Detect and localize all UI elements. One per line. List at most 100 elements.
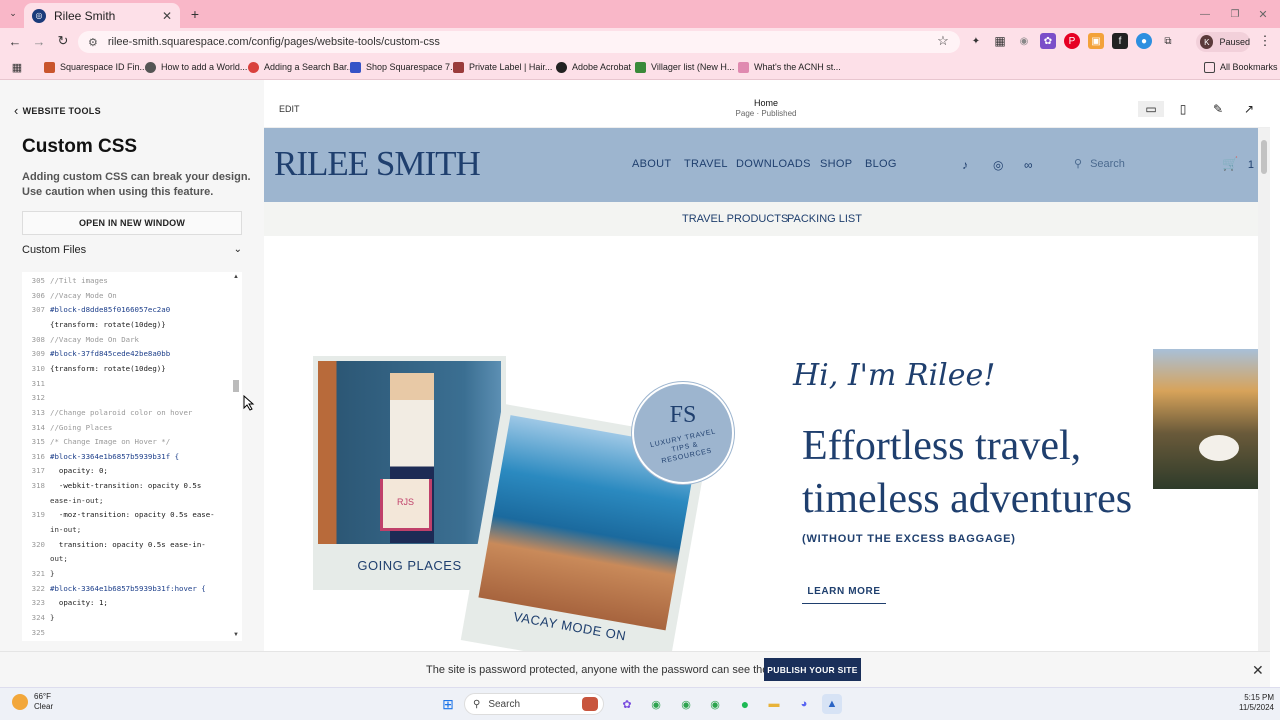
taskbar-widget-icon[interactable]	[582, 697, 598, 711]
discord-icon[interactable]: ◕	[794, 694, 814, 714]
code-scrollbar[interactable]: ▲ ▼	[231, 274, 241, 638]
bookmark-item-1[interactable]: Squarespace ID Fin...	[44, 60, 147, 74]
pinterest-icon[interactable]: P	[1064, 33, 1080, 49]
code-line[interactable]: -moz-transition: opacity 0.5s ease-	[50, 510, 228, 519]
browser-tab[interactable]: ◎ Rilee Smith ✕	[24, 3, 180, 28]
site-info-icon[interactable]: ⚙	[88, 36, 98, 49]
bookmark-item-5[interactable]: Private Label | Hair...	[453, 60, 552, 74]
extension-grid-icon[interactable]: ▦	[992, 33, 1008, 49]
code-line[interactable]: out;	[50, 554, 228, 563]
edit-button[interactable]: EDIT	[279, 104, 300, 114]
system-clock[interactable]: 5:15 PM 11/5/2024	[1212, 693, 1274, 713]
extension-ai-icon[interactable]: ✦	[968, 33, 984, 49]
publish-site-button[interactable]: PUBLISH YOUR SITE	[764, 658, 861, 681]
reload-icon[interactable]: ↻	[56, 33, 70, 48]
extensions-puzzle-icon[interactable]: ⧉	[1160, 33, 1176, 49]
photos-app-icon[interactable]: ▲	[822, 694, 842, 714]
nav-about[interactable]: ABOUT	[632, 158, 671, 170]
bookmark-item-3[interactable]: Adding a Search Bar...	[248, 60, 354, 74]
apps-grid-icon[interactable]: ▦	[10, 60, 24, 74]
css-code-editor[interactable]: 305 //Tilt images 306 //Vacay Mode On 307 #bl…	[22, 272, 242, 641]
code-line[interactable]: }	[50, 569, 228, 578]
bookmark-item-7[interactable]: Villager list (New H...	[635, 60, 734, 74]
code-line[interactable]: ease-in-out;	[50, 496, 228, 505]
code-line[interactable]: #block-d8dde85f0166057ec2a0	[50, 305, 228, 314]
code-line[interactable]: //Change polaroid color on hover	[50, 408, 228, 417]
tab-search-icon[interactable]: ⌄	[6, 6, 20, 20]
address-bar[interactable]: ⚙ rilee-smith.squarespace.com/config/pag…	[78, 31, 960, 53]
bookmark-star-icon[interactable]: ☆	[936, 33, 950, 48]
code-scrollbar-thumb[interactable]	[233, 380, 239, 392]
instagram-icon[interactable]: ◎	[993, 158, 1003, 172]
minimize-icon[interactable]: —	[1198, 7, 1212, 21]
code-line[interactable]: }	[50, 613, 228, 622]
subnav-travel-products[interactable]: TRAVEL PRODUCTS	[682, 213, 788, 225]
copilot-icon[interactable]: ✿	[617, 694, 637, 714]
desktop-view-icon[interactable]: ▭	[1138, 101, 1164, 117]
code-line[interactable]: -webkit-transition: opacity 0.5s	[50, 481, 228, 490]
code-line[interactable]: #block-37fd845cede42be8a0bb	[50, 349, 228, 358]
nav-downloads[interactable]: DOWNLOADS	[736, 158, 811, 170]
tiktok-icon[interactable]: ♪	[962, 158, 968, 172]
nav-travel[interactable]: TRAVEL	[684, 158, 728, 170]
code-line[interactable]: #block-3364e1b6857b5939b31f:hover {	[50, 584, 228, 593]
code-line[interactable]: #block-3364e1b6857b5939b31f {	[50, 452, 228, 461]
chrome-icon-3[interactable]: ◉	[705, 694, 725, 714]
bookmark-item-2[interactable]: How to add a World...	[145, 60, 247, 74]
cart-button[interactable]: 🛒 1	[1222, 156, 1254, 172]
website-tools-back-link[interactable]: ‹ WEBSITE TOOLS	[14, 103, 101, 118]
chrome-icon-2[interactable]: ◉	[676, 694, 696, 714]
close-window-icon[interactable]: ✕	[1256, 7, 1270, 21]
learn-more-button[interactable]: LEARN MORE	[802, 586, 886, 604]
browser-menu-icon[interactable]: ⋮	[1258, 33, 1272, 48]
file-explorer-icon[interactable]: ▬	[764, 694, 784, 714]
site-styles-brush-icon[interactable]: ✎	[1209, 101, 1227, 117]
code-line[interactable]: {transform: rotate(10deg)}	[50, 364, 228, 373]
extension-camera-icon[interactable]: ◉	[1016, 33, 1032, 49]
nav-blog[interactable]: BLOG	[865, 158, 897, 170]
scroll-down-icon[interactable]: ▼	[233, 632, 239, 638]
extension-badge-icon[interactable]: ▣	[1088, 33, 1104, 49]
site-logo[interactable]: RILEE SMITH	[274, 144, 481, 184]
mobile-view-icon[interactable]: ▯	[1174, 101, 1192, 117]
bookmark-item-4[interactable]: Shop Squarespace 7...	[350, 60, 458, 74]
close-notice-icon[interactable]: ✕	[1252, 662, 1264, 679]
extension-puzzle-color-icon[interactable]: ✿	[1040, 33, 1056, 49]
code-line[interactable]: opacity: 1;	[50, 598, 228, 607]
open-in-new-window-button[interactable]: OPEN IN NEW WINDOW	[22, 211, 242, 235]
code-line[interactable]: opacity: 0;	[50, 466, 228, 475]
extension-circle-icon[interactable]: ●	[1136, 33, 1152, 49]
code-line[interactable]: {transform: rotate(10deg)}	[50, 320, 228, 329]
code-line-number: 314	[31, 422, 45, 432]
preview-scrollbar-thumb[interactable]	[1261, 140, 1267, 174]
code-line[interactable]: transition: opacity 0.5s ease-in-	[50, 540, 228, 549]
extension-font-icon[interactable]: f	[1112, 33, 1128, 49]
code-line[interactable]: //Vacay Mode On Dark	[50, 335, 228, 344]
windows-start-icon[interactable]: ⊞	[438, 694, 458, 714]
site-search[interactable]: ⚲ Search	[1074, 157, 1125, 171]
close-tab-icon[interactable]: ✕	[162, 9, 172, 23]
expand-arrow-icon[interactable]: ↗	[1240, 101, 1258, 117]
link-icon[interactable]: ∞	[1024, 158, 1033, 172]
code-line[interactable]: //Going Places	[50, 423, 228, 432]
chrome-icon-1[interactable]: ◉	[646, 694, 666, 714]
spotify-icon[interactable]: ●	[735, 694, 755, 714]
bookmark-item-6[interactable]: Adobe Acrobat	[556, 60, 631, 74]
profile-button[interactable]: K Paused	[1196, 32, 1250, 52]
nav-shop[interactable]: SHOP	[820, 158, 852, 170]
code-line[interactable]: /* Change Image on Hover */	[50, 437, 228, 446]
code-line[interactable]: in-out;	[50, 525, 228, 534]
custom-files-toggle[interactable]: Custom Files ⌄	[22, 244, 242, 256]
scroll-up-icon[interactable]: ▲	[233, 274, 239, 280]
code-line[interactable]: //Vacay Mode On	[50, 291, 228, 300]
preview-scrollbar[interactable]	[1258, 128, 1270, 651]
new-tab-icon[interactable]: +	[188, 6, 202, 22]
weather-widget[interactable]: 66°F Clear	[12, 692, 53, 712]
maximize-icon[interactable]: ❐	[1228, 7, 1242, 21]
back-arrow-icon[interactable]: ←	[8, 34, 22, 49]
forward-arrow-icon[interactable]: →	[32, 34, 46, 49]
subnav-packing-list[interactable]: PACKING LIST	[787, 213, 862, 225]
bookmark-item-8[interactable]: What's the ACNH st...	[738, 60, 841, 74]
all-bookmarks[interactable]: All Bookmarks	[1204, 60, 1278, 74]
code-line[interactable]: //Tilt images	[50, 276, 228, 285]
